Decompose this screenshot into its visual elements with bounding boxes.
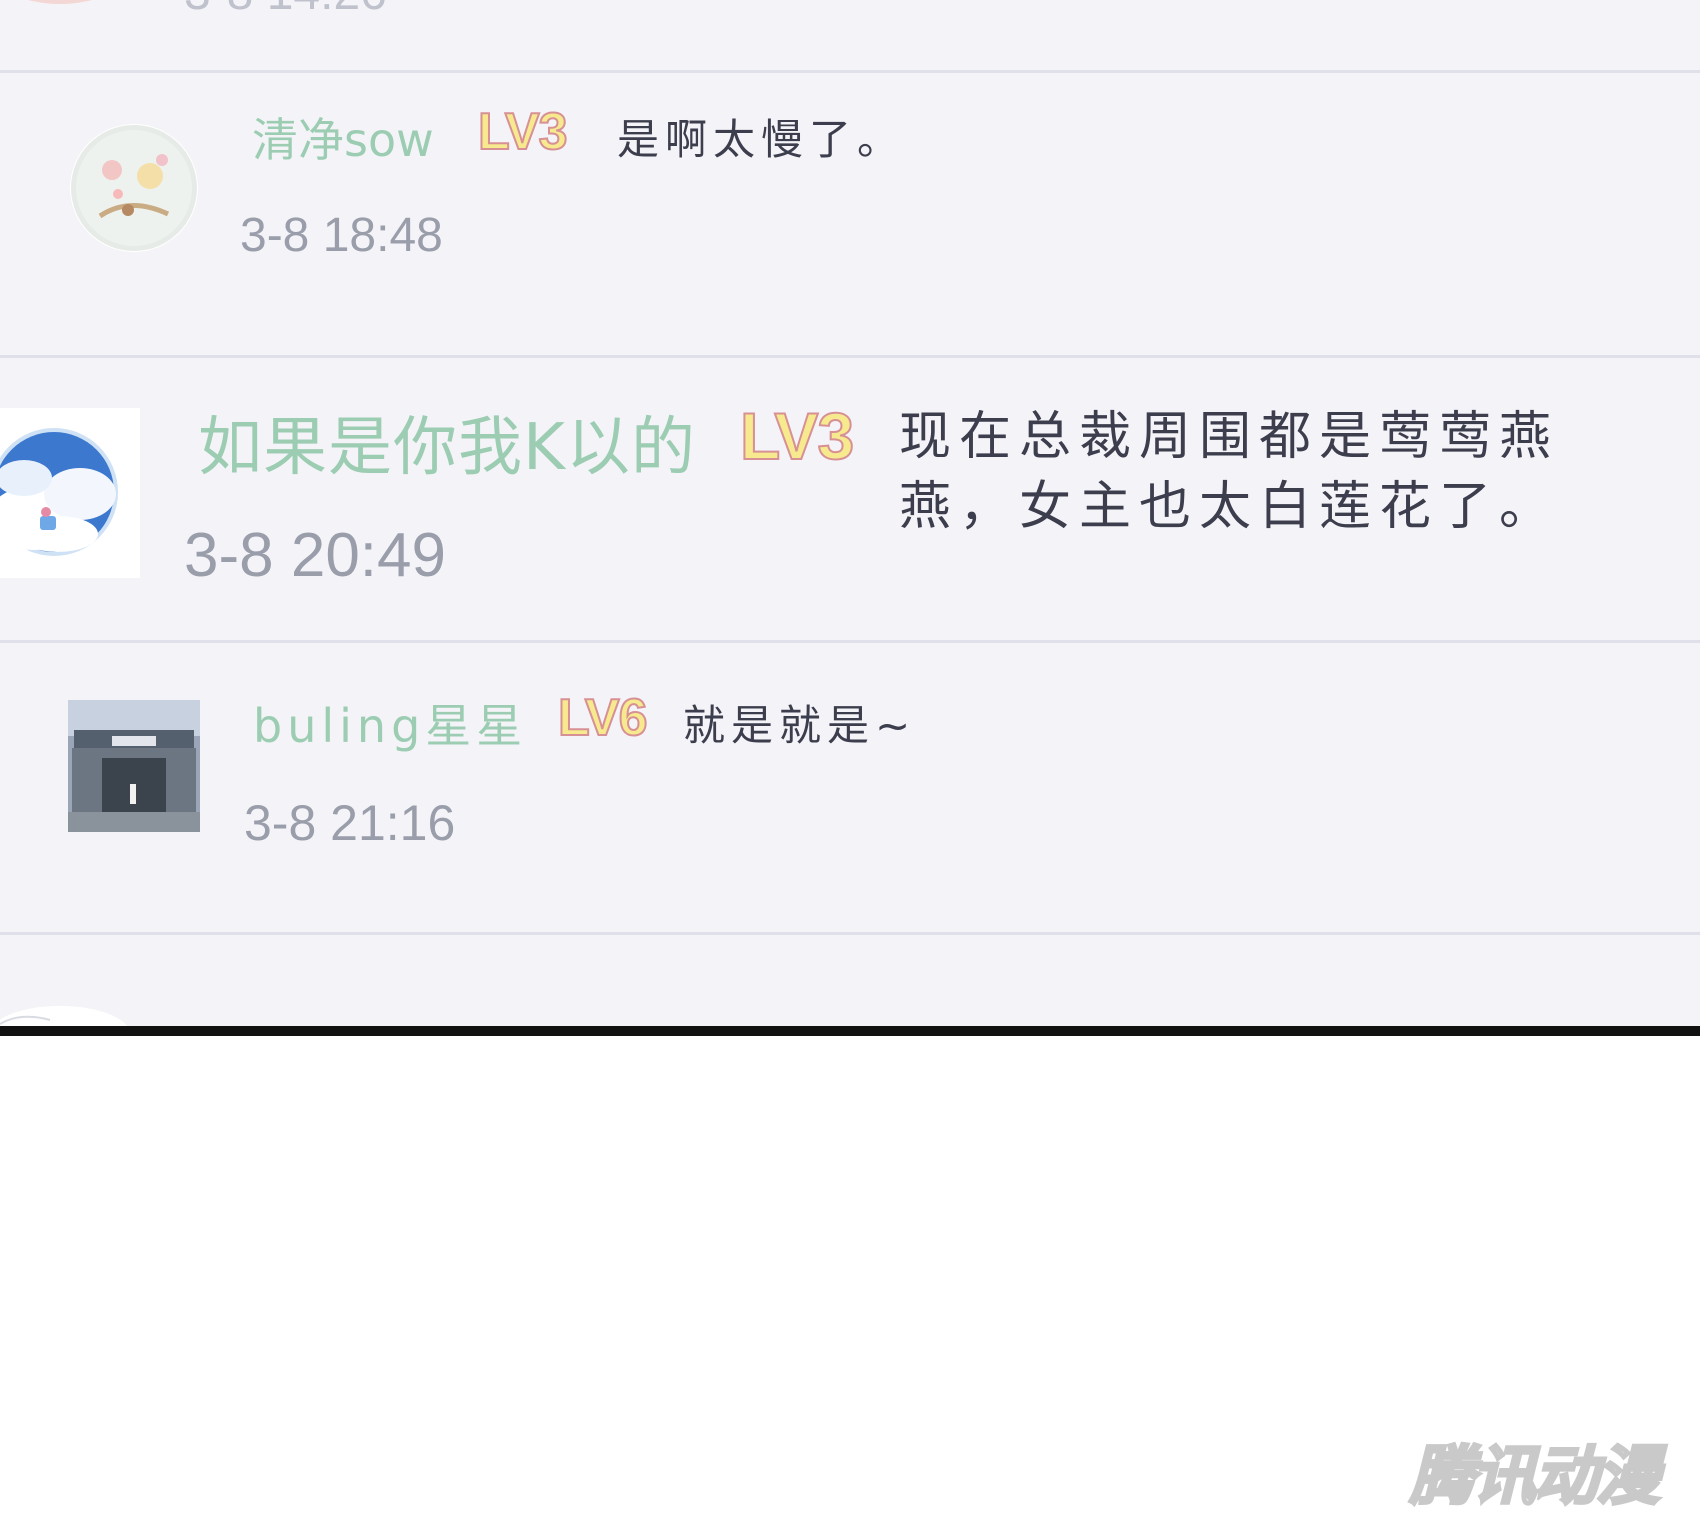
comment-text: 现在总裁周围都是莺莺燕燕，女主也太白莲花了。	[899, 407, 1560, 537]
divider	[0, 640, 1700, 643]
watermark-text: 腾讯动漫	[1409, 1439, 1662, 1516]
comment-username[interactable]: 如果是你我K以的	[198, 396, 696, 488]
comment-username[interactable]: buling星星	[253, 690, 527, 756]
avatar-partial-bottom[interactable]	[0, 990, 140, 1026]
avatar[interactable]	[70, 124, 198, 252]
comment-text: 是啊太慢了。	[617, 115, 906, 164]
watermark-logo: 腾讯动漫	[1409, 1425, 1680, 1516]
comment-time-partial: 3-8 14:26	[184, 0, 387, 21]
avatar-partial-top[interactable]	[0, 0, 130, 6]
avatar[interactable]	[0, 408, 140, 578]
divider	[0, 932, 1700, 935]
comment-text: 就是就是~	[683, 701, 917, 750]
comment-username[interactable]: 清净sow	[252, 104, 434, 170]
panel-bottom-border	[0, 1026, 1700, 1036]
level-badge: LV6	[557, 688, 648, 748]
comment-list: 3-8 14:26 清净sow LV3 是啊太慢了。 3-8 18:48	[0, 0, 1700, 1026]
level-badge: LV3	[477, 102, 568, 162]
comment-time: 3-8 21:16	[244, 795, 456, 851]
level-badge: LV3	[739, 398, 855, 474]
divider	[0, 70, 1700, 73]
comment-time: 3-8 18:48	[240, 209, 443, 262]
avatar[interactable]	[68, 700, 200, 832]
comment-time: 3-8 20:49	[184, 521, 446, 590]
divider	[0, 355, 1700, 358]
